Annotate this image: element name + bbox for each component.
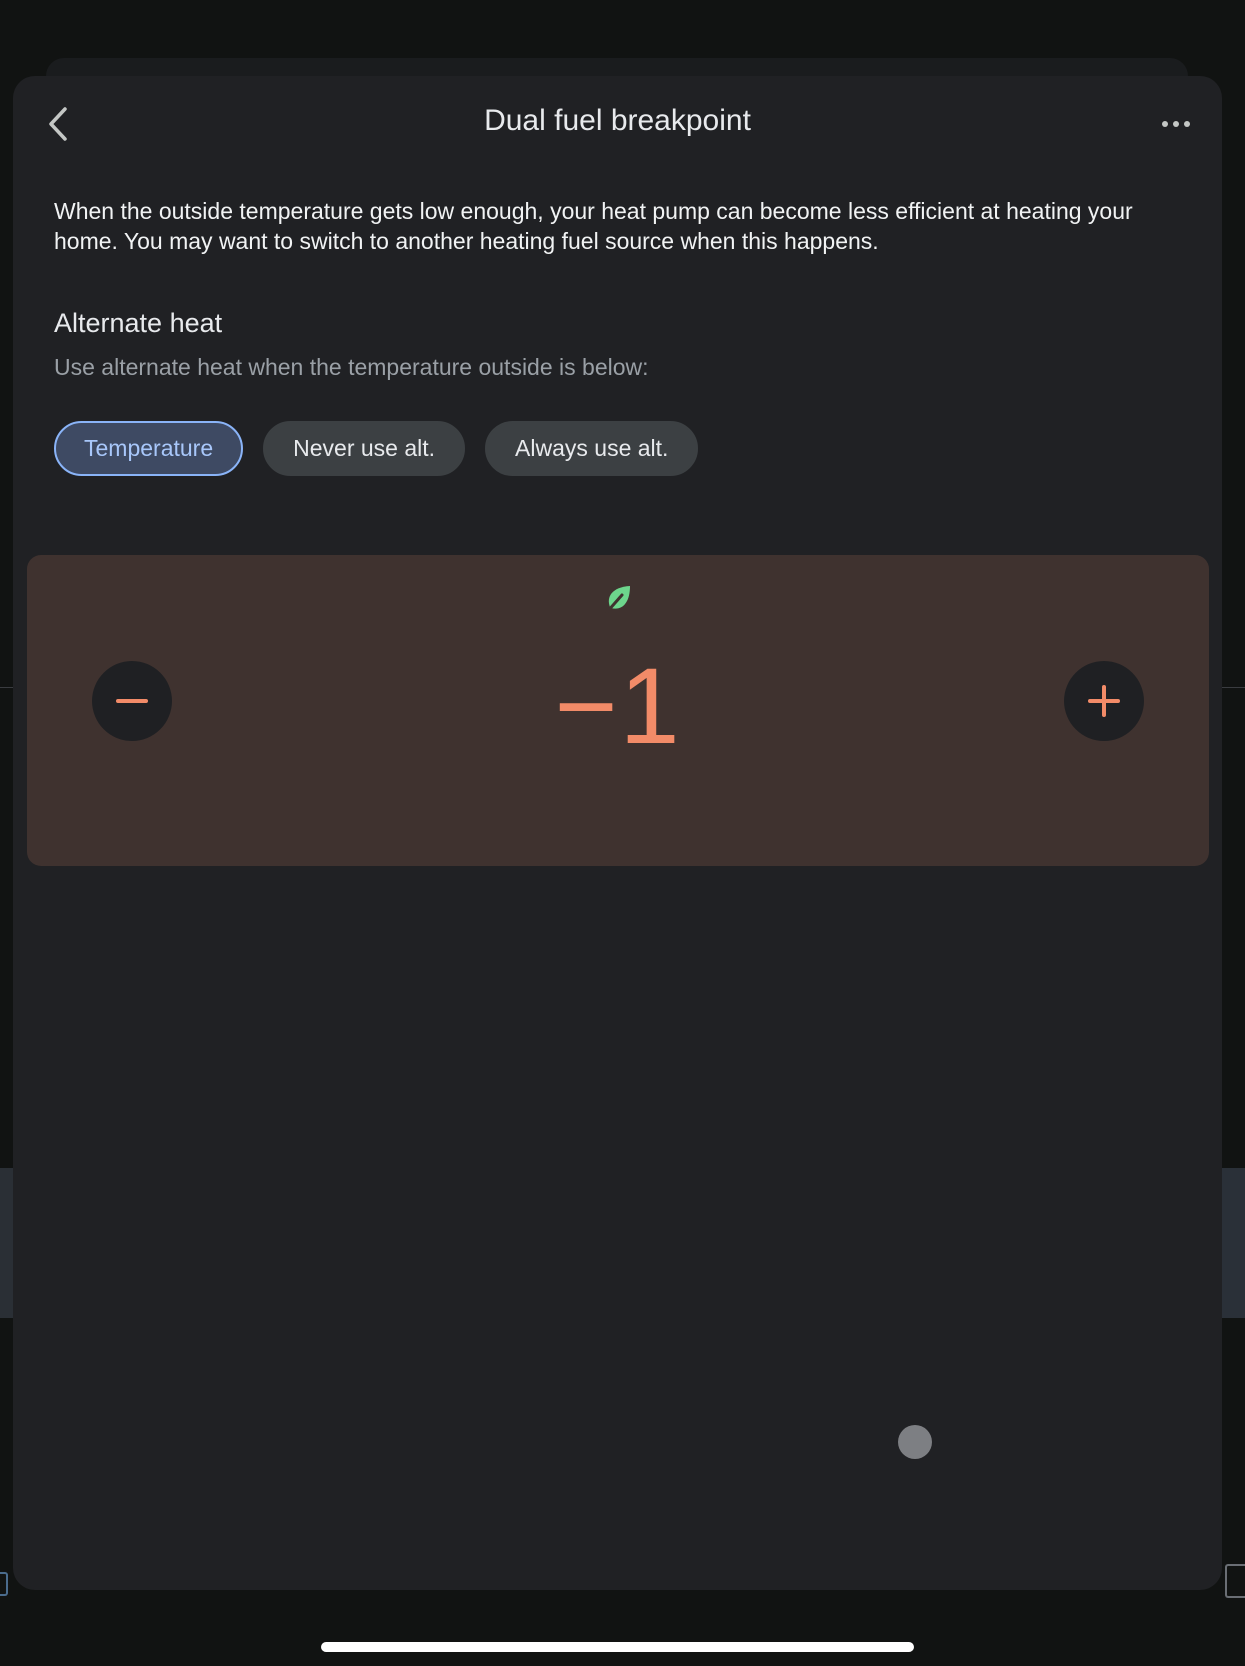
more-horizontal-icon: [1173, 121, 1179, 127]
background-card: [0, 1168, 13, 1318]
background-home-icon: [0, 1572, 8, 1596]
chip-always-use-alt[interactable]: Always use alt.: [485, 421, 699, 476]
increase-button[interactable]: [1064, 661, 1144, 741]
dual-fuel-modal: Dual fuel breakpoint When the outside te…: [13, 76, 1222, 1590]
temperature-value: −1: [554, 645, 682, 766]
description-text: When the outside temperature gets low en…: [54, 198, 1133, 254]
background-divider: [0, 687, 13, 688]
more-horizontal-icon: [1162, 121, 1168, 127]
app-screen: Dual fuel breakpoint When the outside te…: [0, 0, 1245, 1666]
modal-header: Dual fuel breakpoint: [13, 76, 1222, 172]
background-copy-icon: [1225, 1564, 1245, 1598]
background-divider: [1222, 687, 1245, 688]
plus-icon: [1088, 685, 1120, 717]
more-horizontal-icon: [1184, 121, 1190, 127]
chip-never-use-alt[interactable]: Never use alt.: [263, 421, 466, 476]
alternate-heat-title: Alternate heat: [54, 308, 223, 338]
alternate-heat-options: Temperature Never use alt. Always use al…: [54, 421, 699, 476]
chip-temperature[interactable]: Temperature: [54, 421, 244, 476]
background-card: [1222, 1168, 1245, 1318]
home-indicator[interactable]: [321, 1642, 914, 1652]
more-options-button[interactable]: [1156, 106, 1196, 142]
scroll-indicator[interactable]: [898, 1425, 932, 1459]
leaf-icon: [605, 586, 630, 614]
page-title: Dual fuel breakpoint: [484, 104, 751, 137]
temperature-control-card: −1: [27, 555, 1209, 866]
alternate-heat-subtitle: Use alternate heat when the temperature …: [54, 354, 649, 380]
